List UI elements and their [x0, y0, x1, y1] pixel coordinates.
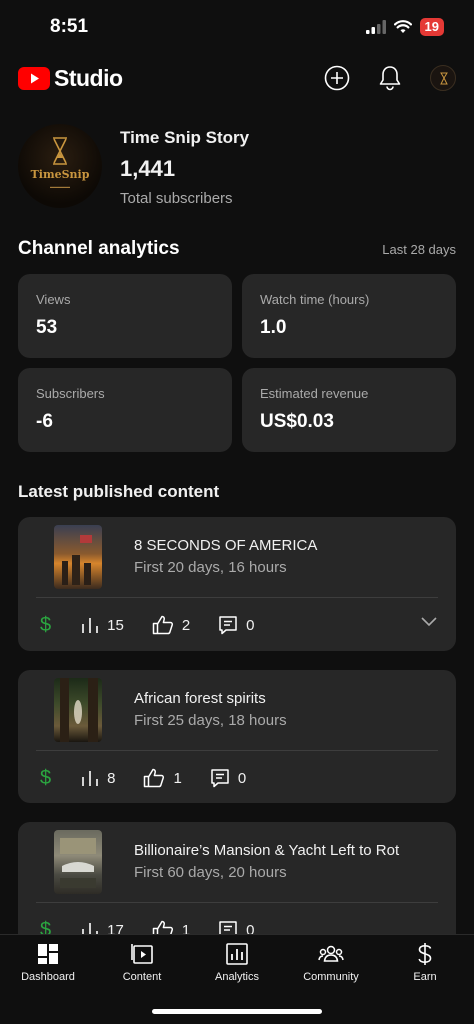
likes-count: 1 [173, 769, 182, 787]
views-stat: 8 [81, 769, 115, 787]
views-count: 15 [107, 616, 124, 634]
notifications-button[interactable] [375, 63, 405, 93]
card-divider [36, 902, 438, 903]
nav-dashboard[interactable]: Dashboard [1, 941, 95, 983]
video-subtitle: First 60 days, 20 hours [134, 864, 287, 881]
thumbnail-image-icon [60, 838, 96, 888]
video-subtitle: First 20 days, 16 hours [134, 559, 287, 576]
status-bar: 8:51 19 [0, 0, 474, 52]
comments-stat: 0 [218, 615, 255, 635]
comments-count: 0 [237, 769, 247, 787]
monetization-icon: $ [40, 613, 52, 636]
nav-analytics[interactable]: Analytics [190, 941, 284, 983]
likes-stat: 2 [152, 615, 190, 635]
cellular-signal-icon [365, 20, 386, 34]
studio-logo[interactable]: Studio [18, 65, 123, 92]
comment-icon [219, 616, 237, 635]
chevron-down-icon[interactable] [420, 615, 438, 627]
video-title: 8 SECONDS OF AMERICA [134, 537, 318, 554]
metric-value: 53 [36, 317, 58, 338]
create-button[interactable] [322, 63, 352, 93]
monetization-icon: $ [40, 766, 52, 789]
metric-label: Subscribers [36, 386, 105, 401]
comments-stat: 0 [210, 768, 246, 788]
analytics-range[interactable]: Last 28 days [382, 242, 456, 257]
metric-card-views[interactable]: Views 53 [18, 274, 232, 358]
channel-name: Time Snip Story [120, 128, 250, 147]
metric-label: Views [36, 292, 71, 307]
analytics-icon [226, 943, 248, 965]
channel-avatar[interactable]: TimeSnip ▬▬▬▬▬ [18, 124, 102, 208]
analytics-title: Channel analytics [18, 238, 180, 259]
likes-count: 2 [181, 616, 191, 634]
metric-label: Estimated revenue [260, 386, 369, 401]
views-icon [82, 618, 98, 633]
thumbnail-image-icon [62, 535, 92, 585]
metric-label: Watch time (hours) [260, 292, 370, 307]
content-card[interactable]: 8 SECONDS OF AMERICA First 20 days, 16 h… [18, 517, 456, 651]
battery-indicator: 19 [419, 18, 444, 36]
channel-logo-sub: ▬▬▬▬▬ [50, 184, 70, 189]
nav-community[interactable]: Community [284, 941, 378, 983]
nav-content[interactable]: Content [95, 941, 189, 983]
logo-text: Studio [54, 65, 123, 91]
channel-logo-text: TimeSnip [30, 168, 90, 181]
nav-label: Analytics [214, 971, 260, 983]
video-title: African forest spirits [134, 690, 266, 707]
content-icon [131, 944, 153, 964]
comments-count: 0 [246, 616, 255, 634]
video-subtitle: First 25 days, 18 hours [134, 712, 287, 729]
subscriber-count: 1,441 [120, 156, 176, 181]
video-stats: $ 15 2 0 [40, 613, 283, 637]
metric-card-watch-time[interactable]: Watch time (hours) 1.0 [242, 274, 456, 358]
metric-value: 1.0 [260, 317, 287, 338]
metric-card-revenue[interactable]: Estimated revenue US$0.03 [242, 368, 456, 452]
nav-label: Dashboard [21, 971, 75, 983]
channel-summary: TimeSnip ▬▬▬▬▬ Time Snip Story 1,441 Tot… [18, 124, 458, 214]
thumbs-up-icon [144, 768, 165, 788]
nav-label: Content [122, 971, 162, 983]
content-card[interactable]: African forest spirits First 25 days, 18… [18, 670, 456, 803]
status-icons: 19 [365, 18, 444, 36]
subscriber-label: Total subscribers [120, 190, 233, 207]
bell-icon [379, 66, 401, 91]
account-avatar[interactable] [430, 65, 456, 91]
card-divider [36, 597, 438, 598]
thumbs-up-icon [152, 615, 173, 635]
video-thumbnail[interactable] [54, 830, 102, 894]
views-stat: 15 [81, 616, 124, 634]
video-thumbnail[interactable] [54, 678, 102, 742]
thumbnail-image-icon [60, 678, 98, 742]
likes-stat: 1 [143, 768, 182, 788]
video-thumbnail[interactable] [54, 525, 102, 589]
nav-earn[interactable]: Earn [378, 941, 472, 983]
status-time: 8:51 [50, 16, 89, 37]
metric-value: -6 [36, 411, 53, 432]
plus-circle-icon [324, 65, 350, 91]
community-icon [318, 945, 344, 962]
hourglass-logo-icon [53, 137, 67, 165]
home-indicator [152, 1009, 322, 1014]
views-icon [82, 771, 98, 786]
metric-value: US$0.03 [260, 411, 334, 432]
wifi-icon [393, 20, 412, 33]
video-title: Billionaire’s Mansion & Yacht Left to Ro… [134, 842, 400, 859]
metric-card-subscribers[interactable]: Subscribers -6 [18, 368, 232, 452]
youtube-logo-icon [18, 67, 50, 90]
analytics-header: Channel analytics Last 28 days [18, 238, 456, 260]
views-count: 8 [107, 769, 116, 787]
app-header: Studio [0, 52, 474, 104]
video-stats: $ 8 1 0 [40, 766, 274, 790]
nav-label: Earn [413, 971, 437, 983]
comment-icon [211, 769, 229, 788]
latest-content-title: Latest published content [18, 482, 220, 501]
channel-avatar-icon [440, 72, 448, 85]
card-divider [36, 750, 438, 751]
nav-label: Community [303, 971, 359, 983]
dashboard-icon [38, 944, 58, 964]
earn-icon [418, 943, 432, 965]
